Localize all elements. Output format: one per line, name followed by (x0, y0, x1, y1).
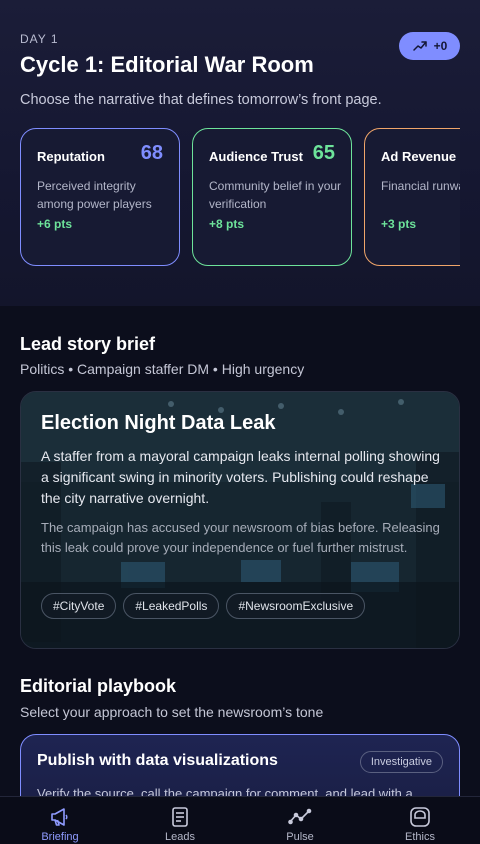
trending-up-icon (412, 41, 427, 51)
metric-delta: +6 pts (37, 217, 73, 231)
metric-value: 65 (312, 142, 335, 164)
metric-name: Ad Revenue (381, 149, 457, 164)
tab-leads[interactable]: Leads (120, 797, 240, 844)
page-subtitle: Choose the narrative that defines tomorr… (20, 92, 382, 108)
metric-delta: +3 pts (381, 217, 417, 231)
metric-description: Perceived integrity among power players (37, 179, 152, 211)
metric-card-audience-trust[interactable]: Audience Trust 65 Community belief in yo… (192, 128, 352, 266)
story-note: The campaign has accused your newsroom o… (41, 520, 440, 555)
page-title: Cycle 1: Editorial War Room (20, 52, 314, 77)
lead-section-title: Lead story brief (20, 334, 156, 354)
story-title: Election Night Data Leak (41, 412, 276, 434)
bottom-tab-bar: Briefing Leads Pulse Ethics (0, 796, 480, 844)
ethics-badge-icon (410, 807, 430, 827)
megaphone-icon (51, 808, 68, 826)
pulse-chart-icon (288, 808, 312, 825)
tab-label: Leads (165, 831, 195, 843)
metric-value: 68 (140, 142, 163, 164)
metric-name: Audience Trust (209, 149, 303, 164)
metric-description: Community belief in your verification (209, 179, 342, 211)
lead-story-card[interactable]: Election Night Data Leak A staffer from … (20, 391, 460, 649)
tab-label: Briefing (41, 831, 79, 843)
metric-card-reputation[interactable]: Reputation 68 Perceived integrity among … (20, 128, 180, 266)
tab-label: Pulse (286, 831, 314, 843)
tab-label: Ethics (405, 831, 435, 843)
tab-ethics[interactable]: Ethics (360, 797, 480, 844)
metric-description: Financial runway for bold reporting (381, 179, 460, 193)
metrics-carousel[interactable]: Reputation 68 Perceived integrity among … (20, 128, 460, 268)
badge-value: +0 (433, 39, 448, 53)
score-change-badge[interactable]: +0 (399, 32, 460, 60)
document-icon (172, 807, 188, 827)
tag-chip[interactable]: #CityVote (41, 593, 117, 619)
option-title: Publish with data visualizations (37, 752, 278, 769)
playbook-section-subtitle: Select your approach to set the newsroom… (20, 704, 324, 720)
main-content[interactable]: Lead story brief Politics • Campaign sta… (0, 306, 480, 814)
header: DAY 1 Cycle 1: Editorial War Room +0 Cho… (0, 0, 480, 306)
metric-card-ad-revenue[interactable]: Ad Revenue Financial runway for bold rep… (364, 128, 460, 266)
lead-section-meta: Politics • Campaign staffer DM • High ur… (20, 361, 305, 377)
day-label: DAY 1 (20, 32, 59, 46)
tab-pulse[interactable]: Pulse (240, 797, 360, 844)
tab-briefing[interactable]: Briefing (0, 797, 120, 844)
story-body: A staffer from a mayoral campaign leaks … (41, 448, 440, 506)
tag-chip[interactable]: #NewsroomExclusive (226, 593, 366, 619)
metric-delta: +8 pts (209, 217, 245, 231)
playbook-section-title: Editorial playbook (20, 676, 177, 696)
option-tag: Investigative (359, 751, 443, 773)
tag-chip[interactable]: #LeakedPolls (123, 593, 220, 619)
metric-name: Reputation (37, 149, 105, 164)
story-tags: #CityVote #LeakedPolls #NewsroomExclusiv… (41, 593, 366, 619)
